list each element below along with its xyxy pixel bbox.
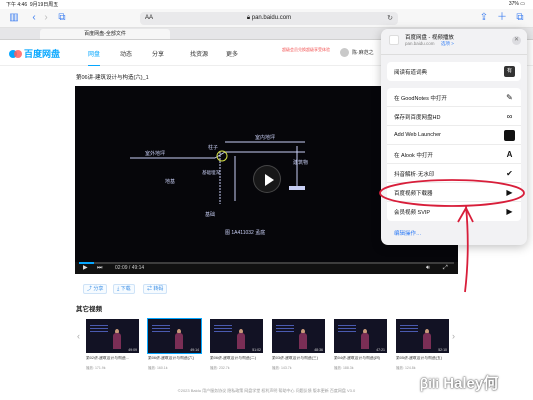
video-thumbnail[interactable]: 51:02 bbox=[210, 319, 263, 353]
nav-activity[interactable]: 动态 bbox=[120, 49, 132, 58]
video-thumbnail[interactable]: 48:36 bbox=[272, 319, 325, 353]
status-time: 下午 4:46 9月19日周五 bbox=[6, 2, 59, 8]
nav-more[interactable]: 更多 bbox=[226, 49, 238, 58]
browser-toolbar: ▥ ‹ › ⧉ AA 🔒︎ pan.baidu.com ↻ ⇪ ＋ ⧉ bbox=[0, 9, 533, 28]
sidebar-icon[interactable]: ▥ bbox=[8, 12, 20, 24]
share-options-link[interactable]: 选项 > bbox=[441, 41, 454, 47]
video-views: 播放: 143.7k bbox=[272, 366, 292, 370]
close-icon[interactable]: ✕ bbox=[512, 36, 521, 45]
goodnotes-icon: ✎ bbox=[506, 93, 513, 102]
lock-icon: 🔒︎ bbox=[246, 15, 251, 21]
video-thumbnail[interactable]: 47:21 bbox=[334, 319, 387, 353]
video-progress-bar[interactable] bbox=[79, 262, 454, 264]
nav-find-resources[interactable]: 找资源 bbox=[190, 49, 208, 58]
slide-label: 室外地坪 bbox=[145, 150, 165, 157]
nav-netdisk[interactable]: 网盘 bbox=[88, 49, 101, 66]
video-play-icon: ▶ bbox=[506, 207, 513, 216]
share-item-alook[interactable]: 在 Alook 中打开 A bbox=[387, 145, 521, 164]
browser-tab[interactable]: 百度网盘-全部文件 bbox=[40, 29, 170, 39]
carousel-prev-icon[interactable]: ‹ bbox=[77, 331, 80, 341]
dictionary-icon: 有 bbox=[504, 66, 515, 77]
video-views: 播放: 160.1k bbox=[148, 366, 168, 370]
share-item-video-downloader[interactable]: 百度视频下载器 ▶ bbox=[387, 183, 521, 202]
slide-label: 地基 bbox=[165, 178, 175, 185]
video-caption[interactable]: 第06讲-建筑设计与构造(二) bbox=[210, 356, 265, 361]
bilibili-watermark: ꞵili Haley何 bbox=[420, 375, 499, 392]
avatar[interactable] bbox=[340, 48, 349, 57]
share-sheet-title: 百度网盘 - 视频播放 bbox=[405, 35, 454, 41]
bilibili-logo-icon: ꞵili bbox=[420, 376, 440, 391]
share-item-douyin-parser[interactable]: 抖音解析·无水印 ✔ bbox=[387, 164, 521, 183]
forward-icon[interactable]: › bbox=[40, 12, 52, 24]
player-controls: ▶ ⏭ 02:09 / 49:14 🔊︎ ⤢ bbox=[75, 262, 458, 274]
status-bar: 下午 4:46 9月19日周五 37% ▭ bbox=[0, 0, 533, 9]
video-title: 第06讲-建筑设计与构造(六)_1 bbox=[76, 75, 149, 81]
video-thumbnail[interactable]: 49:14 bbox=[147, 318, 202, 354]
share-item-dictionary[interactable]: 阅读有道词典 有 bbox=[387, 62, 521, 81]
cloud-logo-icon bbox=[9, 49, 22, 59]
alook-icon: A bbox=[506, 150, 513, 159]
username[interactable]: 陈·麻范之 bbox=[352, 49, 374, 56]
web-launcher-icon bbox=[504, 130, 515, 141]
nav-share[interactable]: 分享 bbox=[152, 49, 164, 58]
tabs-overview-icon[interactable]: ⧉ bbox=[514, 12, 526, 24]
fullscreen-icon[interactable]: ⤢ bbox=[443, 265, 448, 272]
slide-label: 基础埋深 bbox=[202, 169, 220, 176]
video-thumbnail[interactable]: 52:10 bbox=[396, 319, 449, 353]
baidu-netdisk-logo[interactable]: 百度网盘 bbox=[9, 47, 60, 59]
transcode-button[interactable]: ⇄ 转码 bbox=[143, 284, 168, 294]
share-video-button[interactable]: ⤴ 分享 bbox=[83, 284, 108, 294]
share-item-web-launcher[interactable]: Add Web Launcher bbox=[387, 126, 521, 145]
play-icon[interactable]: ▶ bbox=[83, 265, 88, 272]
other-videos-title: 其它视频 bbox=[76, 306, 102, 313]
slide-label: 建筑物 bbox=[293, 159, 308, 166]
share-item-baidu-cloud[interactable]: 保存到百度网盘HD ∞ bbox=[387, 107, 521, 126]
share-sheet: 百度网盘 - 视频播放 pan.baidu.com 选项 > ✕ 阅读有道词典 … bbox=[381, 29, 527, 245]
share-item-svip-video[interactable]: 会员视频 SVIP ▶ bbox=[387, 202, 521, 221]
video-thumbnail[interactable]: 49:09 bbox=[86, 319, 139, 353]
address-bar[interactable]: AA 🔒︎ pan.baidu.com ↻ bbox=[140, 12, 398, 25]
video-caption[interactable]: 第05讲-建筑设计与构造(五) bbox=[396, 356, 451, 361]
download-button[interactable]: ⤓ 下载 bbox=[113, 284, 135, 294]
video-views: 播放: 188.3k bbox=[334, 366, 354, 370]
video-views: 播放: 232.7k bbox=[210, 366, 230, 370]
new-tab-icon[interactable]: ＋ bbox=[496, 12, 508, 24]
volume-icon[interactable]: 🔊︎ bbox=[426, 265, 430, 272]
slide-label: 室内地坪 bbox=[255, 134, 275, 141]
video-views: 播放: 124.8k bbox=[396, 366, 416, 370]
time-readout: 02:09 / 49:14 bbox=[115, 265, 145, 271]
video-caption[interactable]: 第03讲-建筑设计与构造(三) bbox=[272, 356, 327, 361]
video-caption[interactable]: 第04讲-建筑设计与构造(四) bbox=[334, 356, 389, 361]
baidu-cloud-icon: ∞ bbox=[506, 112, 513, 121]
check-badge-icon: ✔ bbox=[506, 169, 513, 178]
next-icon[interactable]: ⏭ bbox=[97, 265, 102, 272]
play-button[interactable] bbox=[253, 165, 281, 193]
share-action-group: 阅读有道词典 有 bbox=[387, 62, 521, 81]
video-views: 播放: 171.9k bbox=[86, 366, 106, 370]
share-sheet-subtitle: pan.baidu.com bbox=[405, 41, 435, 46]
share-action-group: 在 GoodNotes 中打开 ✎ 保存到百度网盘HD ∞ Add Web La… bbox=[387, 88, 521, 221]
bookmarks-icon[interactable]: ⧉ bbox=[56, 12, 68, 24]
svip-promo-link[interactable]: 超级会员兑换超级享受体验 bbox=[282, 47, 334, 52]
share-item-goodnotes[interactable]: 在 GoodNotes 中打开 ✎ bbox=[387, 88, 521, 107]
slide-label: 柱子 bbox=[208, 144, 218, 151]
status-battery: 37% ▭ bbox=[508, 1, 525, 7]
video-play-icon: ▶ bbox=[506, 188, 513, 197]
share-sheet-header: 百度网盘 - 视频播放 pan.baidu.com 选项 > ✕ bbox=[381, 29, 527, 55]
back-icon[interactable]: ‹ bbox=[28, 12, 40, 24]
slide-label: 基础 bbox=[205, 211, 215, 218]
carousel-next-icon[interactable]: › bbox=[452, 331, 455, 341]
video-caption[interactable]: 第02讲-建筑设计与构造... bbox=[86, 356, 141, 361]
video-caption[interactable]: 第06讲-建筑设计与构造(六) bbox=[148, 356, 203, 361]
address-url: 🔒︎ pan.baidu.com bbox=[246, 15, 292, 21]
reload-icon[interactable]: ↻ bbox=[387, 14, 393, 22]
share-icon[interactable]: ⇪ bbox=[478, 12, 490, 24]
edit-actions-link[interactable]: 编辑操作… bbox=[394, 229, 422, 237]
site-favicon-icon bbox=[389, 35, 399, 45]
slide-caption: 图 1A411032 孟庭 bbox=[225, 229, 265, 236]
